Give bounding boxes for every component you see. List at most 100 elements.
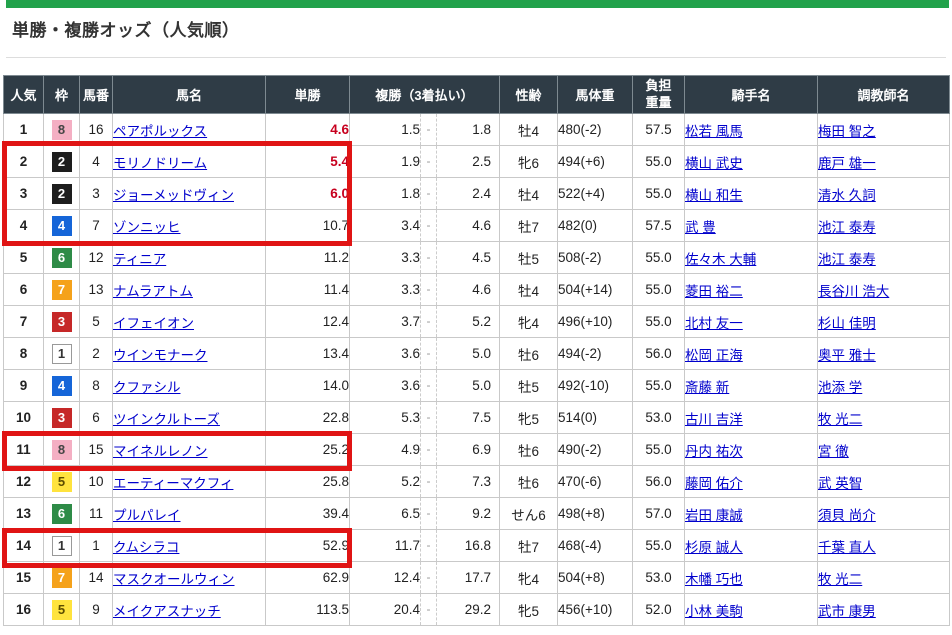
trainer-link[interactable]: 牧 光二 xyxy=(818,412,862,427)
win-odds-cell: 25.2 xyxy=(266,434,350,466)
odds-page: 単勝・複勝オッズ（人気順） 人気 枠 馬番 馬名 単勝 複勝（3着払い） 性齢 … xyxy=(0,0,952,635)
horse-name-link[interactable]: プルパレイ xyxy=(113,508,181,523)
horse-name-cell: モリノドリーム xyxy=(113,146,266,178)
jockey-link[interactable]: 杉原 誠人 xyxy=(685,540,743,555)
frame-badge: 6 xyxy=(52,504,72,524)
jockey-link[interactable]: 横山 和生 xyxy=(685,188,743,203)
place-odds-low: 3.7 xyxy=(350,314,420,329)
jockey-cell: 松岡 正海 xyxy=(685,338,818,370)
jockey-link[interactable]: 小林 美駒 xyxy=(685,604,743,619)
trainer-link[interactable]: 長谷川 浩大 xyxy=(818,284,889,299)
frame-badge: 2 xyxy=(52,152,72,172)
trainer-link[interactable]: 宮 徹 xyxy=(818,444,849,459)
jockey-link[interactable]: 古川 吉洋 xyxy=(685,412,743,427)
place-odds-separator: - xyxy=(420,242,437,273)
trainer-link[interactable]: 武市 康男 xyxy=(818,604,876,619)
trainer-link[interactable]: 池江 泰寿 xyxy=(818,252,876,267)
place-odds-low: 6.5 xyxy=(350,506,420,521)
trainer-link[interactable]: 池江 泰寿 xyxy=(818,220,876,235)
place-odds-high: 4.5 xyxy=(437,250,499,265)
horse-weight-cell: 492(-10) xyxy=(558,370,633,402)
win-odds-cell: 11.4 xyxy=(266,274,350,306)
horse-name-link[interactable]: マイネルレノン xyxy=(113,444,208,459)
horse-number-cell: 2 xyxy=(80,338,113,370)
sex-age-cell: 牡7 xyxy=(500,210,558,242)
horse-name-link[interactable]: ティニア xyxy=(113,252,166,267)
place-odds-cell: 20.4 - 29.2 xyxy=(350,594,500,626)
place-odds-separator: - xyxy=(420,434,437,465)
horse-name-link[interactable]: クファシル xyxy=(113,380,181,395)
win-odds-cell: 13.4 xyxy=(266,338,350,370)
place-odds-low: 4.9 xyxy=(350,442,420,457)
frame-badge: 5 xyxy=(52,472,72,492)
table-row: 16 5 9 メイクアスナッチ 113.5 20.4 - 29.2 牝5 456… xyxy=(4,594,950,626)
trainer-link[interactable]: 千葉 直人 xyxy=(818,540,876,555)
trainer-link[interactable]: 武 英智 xyxy=(818,476,862,491)
place-odds-low: 5.3 xyxy=(350,410,420,425)
jockey-link[interactable]: 丹内 祐次 xyxy=(685,444,743,459)
trainer-link[interactable]: 奥平 雅士 xyxy=(818,348,876,363)
table-row: 15 7 14 マスクオールウィン 62.9 12.4 - 17.7 牝4 50… xyxy=(4,562,950,594)
horse-name-cell: クムシラコ xyxy=(113,530,266,562)
jockey-cell: 武 豊 xyxy=(685,210,818,242)
jockey-link[interactable]: 松岡 正海 xyxy=(685,348,743,363)
table-row: 9 4 8 クファシル 14.0 3.6 - 5.0 牡5 492(-10) 5… xyxy=(4,370,950,402)
jockey-link[interactable]: 佐々木 大輔 xyxy=(685,252,756,267)
jockey-link[interactable]: 藤岡 佑介 xyxy=(685,476,743,491)
horse-name-link[interactable]: モリノドリーム xyxy=(113,156,207,171)
trainer-link[interactable]: 牧 光二 xyxy=(818,572,862,587)
win-odds-cell: 113.5 xyxy=(266,594,350,626)
jockey-link[interactable]: 岩田 康誠 xyxy=(685,508,743,523)
horse-name-link[interactable]: ナムラアトム xyxy=(113,284,193,299)
table-row: 2 2 4 モリノドリーム 5.4 1.9 - 2.5 牝6 494(+6) 5… xyxy=(4,146,950,178)
table-row: 3 2 3 ジョーメッドヴィン 6.0 1.8 - 2.4 牡4 522(+4)… xyxy=(4,178,950,210)
horse-name-link[interactable]: ペアポルックス xyxy=(113,124,207,139)
win-odds-cell: 12.4 xyxy=(266,306,350,338)
horse-name-link[interactable]: イフェイオン xyxy=(113,316,194,331)
horse-name-link[interactable]: ウインモナーク xyxy=(113,348,208,363)
jockey-link[interactable]: 北村 友一 xyxy=(685,316,743,331)
frame-badge: 8 xyxy=(52,440,72,460)
carried-weight-cell: 55.0 xyxy=(633,242,685,274)
jockey-link[interactable]: 菱田 裕二 xyxy=(685,284,743,299)
trainer-link[interactable]: 池添 学 xyxy=(818,380,862,395)
trainer-link[interactable]: 梅田 智之 xyxy=(818,124,876,139)
trainer-link[interactable]: 須貝 尚介 xyxy=(818,508,876,523)
jockey-link[interactable]: 横山 武史 xyxy=(685,156,743,171)
horse-name-link[interactable]: ジョーメッドヴィン xyxy=(113,188,234,203)
jockey-cell: 丹内 祐次 xyxy=(685,434,818,466)
horse-weight-cell: 494(+6) xyxy=(558,146,633,178)
sex-age-cell: せん6 xyxy=(500,498,558,530)
frame-badge: 7 xyxy=(52,568,72,588)
col-header-horse: 馬名 xyxy=(113,76,266,114)
jockey-link[interactable]: 武 豊 xyxy=(685,220,716,235)
sex-age-cell: 牝4 xyxy=(500,306,558,338)
trainer-link[interactable]: 鹿戸 雄一 xyxy=(818,156,876,171)
horse-name-link[interactable]: マスクオールウィン xyxy=(113,572,235,587)
jockey-cell: 杉原 誠人 xyxy=(685,530,818,562)
horse-weight-cell: 468(-4) xyxy=(558,530,633,562)
horse-name-cell: メイクアスナッチ xyxy=(113,594,266,626)
place-odds-high: 2.5 xyxy=(437,154,499,169)
frame-badge: 7 xyxy=(52,280,72,300)
frame-badge: 1 xyxy=(52,344,72,364)
table-row: 5 6 12 ティニア 11.2 3.3 - 4.5 牡5 508(-2) 55… xyxy=(4,242,950,274)
place-odds-cell: 3.3 - 4.5 xyxy=(350,242,500,274)
trainer-link[interactable]: 清水 久詞 xyxy=(818,188,876,203)
jockey-link[interactable]: 斎藤 新 xyxy=(685,380,729,395)
horse-name-link[interactable]: メイクアスナッチ xyxy=(113,604,221,619)
jockey-cell: 小林 美駒 xyxy=(685,594,818,626)
horse-name-link[interactable]: ツインクルトーズ xyxy=(113,412,220,427)
jockey-link[interactable]: 松若 風馬 xyxy=(685,124,743,139)
horse-name-link[interactable]: ゾンニッヒ xyxy=(113,220,181,235)
horse-name-link[interactable]: エーティーマクフィ xyxy=(113,476,233,491)
trainer-link[interactable]: 杉山 佳明 xyxy=(818,316,876,331)
place-odds-high: 2.4 xyxy=(437,186,499,201)
jockey-cell: 木幡 巧也 xyxy=(685,562,818,594)
horse-name-link[interactable]: クムシラコ xyxy=(113,540,179,555)
jockey-link[interactable]: 木幡 巧也 xyxy=(685,572,743,587)
place-odds-high: 7.3 xyxy=(437,474,499,489)
place-odds-cell: 3.7 - 5.2 xyxy=(350,306,500,338)
col-header-carried-label: 負担重量 xyxy=(644,78,673,111)
frame-cell: 4 xyxy=(44,370,80,402)
